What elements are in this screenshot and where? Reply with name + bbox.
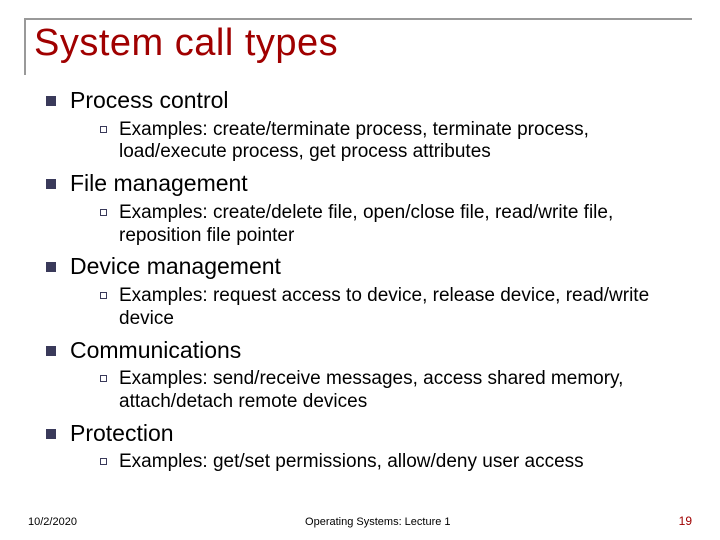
hollow-square-bullet-icon <box>100 292 107 299</box>
title-frame: System call types <box>24 18 692 75</box>
footer-page-number: 19 <box>679 514 692 528</box>
square-bullet-icon <box>46 429 56 439</box>
list-subitem: Examples: create/terminate process, term… <box>100 119 686 165</box>
list-subitem: Examples: send/receive messages, access … <box>100 368 686 414</box>
list-item-label: Protection <box>70 420 174 448</box>
list-item: Process control <box>46 87 686 115</box>
list-subitem-label: Examples: get/set permissions, allow/den… <box>119 451 584 474</box>
list-subitem-label: Examples: send/receive messages, access … <box>119 368 679 414</box>
list-subitem-label: Examples: request access to device, rele… <box>119 285 679 331</box>
list-item-label: Process control <box>70 87 229 115</box>
hollow-square-bullet-icon <box>100 126 107 133</box>
list-item-label: Device management <box>70 253 281 281</box>
footer-title: Operating Systems: Lecture 1 <box>77 516 679 528</box>
list-item: File management <box>46 170 686 198</box>
list-item: Protection <box>46 420 686 448</box>
list-item-label: Communications <box>70 337 241 365</box>
list-subitem: Examples: create/delete file, open/close… <box>100 202 686 248</box>
slide-body: Process control Examples: create/termina… <box>28 75 692 474</box>
footer-date: 10/2/2020 <box>28 516 77 528</box>
list-subitem: Examples: request access to device, rele… <box>100 285 686 331</box>
list-item: Device management <box>46 253 686 281</box>
list-item: Communications <box>46 337 686 365</box>
square-bullet-icon <box>46 262 56 272</box>
slide-footer: 10/2/2020 Operating Systems: Lecture 1 1… <box>0 514 720 528</box>
list-subitem-label: Examples: create/terminate process, term… <box>119 119 679 165</box>
slide: System call types Process control Exampl… <box>0 0 720 540</box>
hollow-square-bullet-icon <box>100 209 107 216</box>
square-bullet-icon <box>46 96 56 106</box>
slide-title: System call types <box>34 22 692 65</box>
list-subitem-label: Examples: create/delete file, open/close… <box>119 202 679 248</box>
list-subitem: Examples: get/set permissions, allow/den… <box>100 451 686 474</box>
list-item-label: File management <box>70 170 248 198</box>
square-bullet-icon <box>46 346 56 356</box>
hollow-square-bullet-icon <box>100 375 107 382</box>
square-bullet-icon <box>46 179 56 189</box>
hollow-square-bullet-icon <box>100 458 107 465</box>
